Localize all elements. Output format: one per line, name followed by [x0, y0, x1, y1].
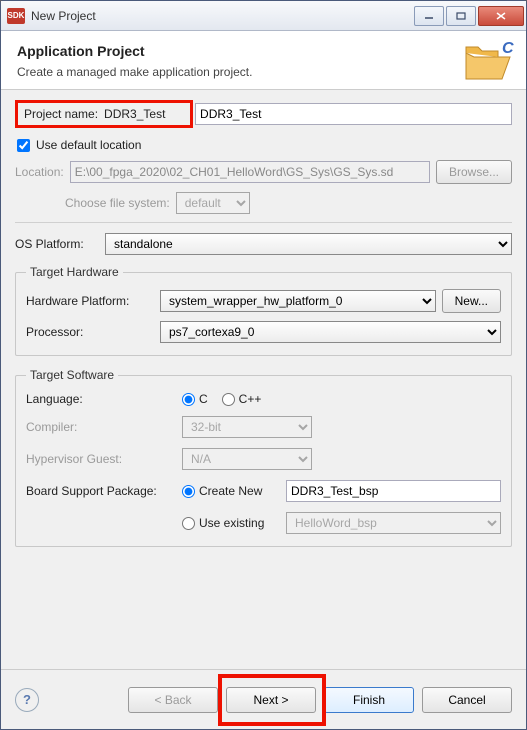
dialog-window: SDK New Project Application Project Crea…	[0, 0, 527, 730]
bsp-existing-radio[interactable]	[182, 517, 195, 530]
location-row: Location: Browse...	[15, 160, 512, 184]
file-system-label: Choose file system:	[65, 196, 170, 210]
hypervisor-label: Hypervisor Guest:	[26, 452, 174, 466]
file-system-row: Choose file system: default	[65, 192, 512, 214]
language-cpp-radio[interactable]	[222, 393, 235, 406]
default-location-row: Use default location	[17, 138, 512, 152]
location-label: Location:	[15, 165, 64, 179]
use-default-location-label: Use default location	[36, 138, 141, 152]
bsp-create-radio-group: Create New	[182, 484, 278, 498]
bsp-existing-radio-group: Use existing	[182, 516, 278, 530]
language-label: Language:	[26, 392, 174, 406]
os-platform-label: OS Platform:	[15, 237, 97, 251]
project-name-highlight: Project name: DDR3_Test	[15, 100, 193, 128]
target-hardware-group: Target Hardware Hardware Platform: syste…	[15, 265, 512, 356]
compiler-select: 32-bit	[182, 416, 312, 438]
file-system-select: default	[176, 192, 250, 214]
project-name-preview: DDR3_Test	[104, 107, 184, 121]
target-hardware-legend: Target Hardware	[26, 265, 123, 279]
dialog-footer: ? < Back Next > Finish Cancel	[1, 669, 526, 729]
target-software-legend: Target Software	[26, 368, 118, 382]
bsp-create-label: Create New	[199, 484, 262, 498]
target-software-group: Target Software Language: C C++ Compiler…	[15, 368, 512, 547]
bsp-name-input[interactable]	[286, 480, 501, 502]
compiler-row: Compiler: 32-bit	[26, 416, 501, 438]
os-platform-row: OS Platform: standalone	[15, 233, 512, 255]
language-c-label: C	[199, 392, 208, 406]
processor-label: Processor:	[26, 325, 154, 339]
titlebar[interactable]: SDK New Project	[1, 1, 526, 31]
bsp-existing-select: HelloWord_bsp	[286, 512, 501, 534]
new-hardware-button[interactable]: New...	[442, 289, 501, 313]
hardware-platform-row: Hardware Platform: system_wrapper_hw_pla…	[26, 289, 501, 313]
language-row: Language: C C++	[26, 392, 501, 406]
hardware-platform-select[interactable]: system_wrapper_hw_platform_0	[160, 290, 436, 312]
separator	[15, 222, 512, 223]
dialog-content: Project name: DDR3_Test Use default loca…	[1, 90, 526, 669]
window-controls	[414, 6, 524, 26]
minimize-button[interactable]	[414, 6, 444, 26]
hypervisor-select: N/A	[182, 448, 312, 470]
bsp-label: Board Support Package:	[26, 484, 174, 498]
project-name-input[interactable]	[195, 103, 512, 125]
bsp-existing-label: Use existing	[199, 516, 264, 530]
finish-button[interactable]: Finish	[324, 687, 414, 713]
hardware-platform-label: Hardware Platform:	[26, 294, 154, 308]
project-name-row: Project name: DDR3_Test	[15, 100, 512, 128]
language-cpp-label: C++	[239, 392, 262, 406]
back-button: < Back	[128, 687, 218, 713]
compiler-label: Compiler:	[26, 420, 174, 434]
processor-select[interactable]: ps7_cortexa9_0	[160, 321, 501, 343]
cancel-button[interactable]: Cancel	[422, 687, 512, 713]
project-name-label: Project name:	[24, 107, 98, 121]
sdk-icon: SDK	[7, 8, 25, 24]
browse-button: Browse...	[436, 160, 512, 184]
processor-row: Processor: ps7_cortexa9_0	[26, 321, 501, 343]
bsp-create-radio[interactable]	[182, 485, 195, 498]
use-default-location-checkbox[interactable]	[17, 139, 30, 152]
language-c-radio[interactable]	[182, 393, 195, 406]
maximize-button[interactable]	[446, 6, 476, 26]
page-subtitle: Create a managed make application projec…	[17, 65, 510, 79]
close-button[interactable]	[478, 6, 524, 26]
bsp-create-row: Board Support Package: Create New	[26, 480, 501, 502]
bsp-existing-row: Use existing HelloWord_bsp	[26, 512, 501, 534]
window-title: New Project	[31, 9, 414, 23]
dialog-header: Application Project Create a managed mak…	[1, 31, 526, 90]
location-input	[70, 161, 430, 183]
folder-icon: C	[462, 39, 514, 88]
page-title: Application Project	[17, 43, 510, 59]
hypervisor-row: Hypervisor Guest: N/A	[26, 448, 501, 470]
svg-text:C: C	[502, 40, 514, 57]
language-radio-group: C C++	[182, 392, 271, 406]
os-platform-select[interactable]: standalone	[105, 233, 512, 255]
help-button[interactable]: ?	[15, 688, 39, 712]
next-button[interactable]: Next >	[226, 687, 316, 713]
